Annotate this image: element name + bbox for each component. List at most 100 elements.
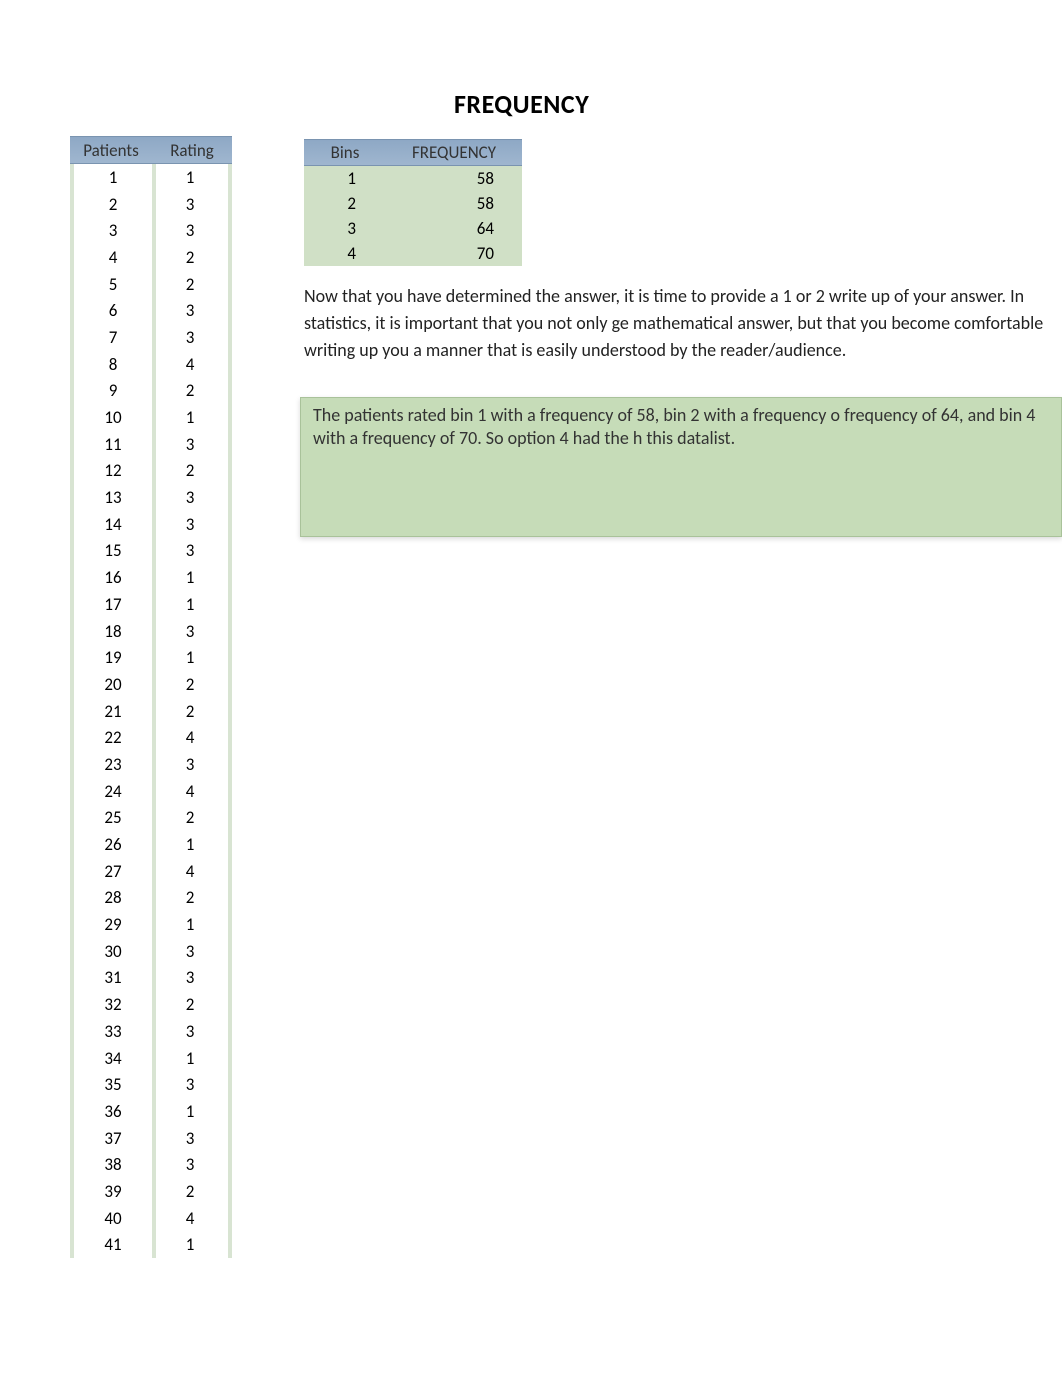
rating-cell: 3 xyxy=(152,540,228,561)
table-row: 274 xyxy=(74,858,228,885)
table-row: 161 xyxy=(74,564,228,591)
patient-cell: 1 xyxy=(74,167,152,188)
rating-cell: 4 xyxy=(152,727,228,748)
table-row: 33 xyxy=(74,217,228,244)
rating-cell: 3 xyxy=(152,967,228,988)
patient-cell: 31 xyxy=(74,967,152,988)
table-row: 191 xyxy=(74,644,228,671)
table-row: 252 xyxy=(74,805,228,832)
bins-table-header: Bins FREQUENCY xyxy=(304,139,522,166)
table-row: 113 xyxy=(74,431,228,458)
table-row: 92 xyxy=(74,378,228,405)
header-patients: Patients xyxy=(70,140,152,161)
table-row: 143 xyxy=(74,511,228,538)
rating-cell: 3 xyxy=(152,220,228,241)
frequency-cell: 58 xyxy=(386,193,522,214)
patient-cell: 32 xyxy=(74,994,152,1015)
patient-cell: 4 xyxy=(74,247,152,268)
table-row: 42 xyxy=(74,244,228,271)
rating-cell: 2 xyxy=(152,807,228,828)
table-row: 404 xyxy=(74,1205,228,1232)
patient-cell: 19 xyxy=(74,647,152,668)
patient-cell: 21 xyxy=(74,701,152,722)
patients-rating-table: Patients Rating 112333425263738492101113… xyxy=(70,136,232,1258)
patient-cell: 14 xyxy=(74,514,152,535)
patient-cell: 5 xyxy=(74,274,152,295)
patient-cell: 6 xyxy=(74,300,152,321)
rating-cell: 3 xyxy=(152,1021,228,1042)
page-title: FREQUENCY xyxy=(454,88,589,120)
patient-cell: 18 xyxy=(74,621,152,642)
table-row: 183 xyxy=(74,618,228,645)
patient-cell: 24 xyxy=(74,781,152,802)
table-row: 101 xyxy=(74,404,228,431)
bin-cell: 4 xyxy=(304,243,386,264)
rating-cell: 3 xyxy=(152,487,228,508)
table-row: 63 xyxy=(74,297,228,324)
table-row: 84 xyxy=(74,351,228,378)
patient-cell: 9 xyxy=(74,380,152,401)
header-rating: Rating xyxy=(152,140,232,161)
bin-cell: 1 xyxy=(304,168,386,189)
table-row: 411 xyxy=(74,1232,228,1259)
bins-table-body: 158258364470 xyxy=(304,166,522,266)
patient-cell: 37 xyxy=(74,1128,152,1149)
rating-cell: 1 xyxy=(152,594,228,615)
bins-frequency-table: Bins FREQUENCY 158258364470 xyxy=(304,139,522,266)
patient-cell: 22 xyxy=(74,727,152,748)
table-row: 73 xyxy=(74,324,228,351)
rating-cell: 1 xyxy=(152,567,228,588)
rating-cell: 4 xyxy=(152,861,228,882)
rating-cell: 3 xyxy=(152,327,228,348)
table-row: 158 xyxy=(304,166,522,191)
answer-callout: The patients rated bin 1 with a frequenc… xyxy=(300,397,1062,537)
frequency-cell: 58 xyxy=(386,168,522,189)
table-row: 291 xyxy=(74,911,228,938)
patient-cell: 28 xyxy=(74,887,152,908)
patient-cell: 10 xyxy=(74,407,152,428)
rating-cell: 1 xyxy=(152,167,228,188)
patient-cell: 12 xyxy=(74,460,152,481)
rating-cell: 2 xyxy=(152,380,228,401)
rating-cell: 3 xyxy=(152,194,228,215)
rating-cell: 3 xyxy=(152,754,228,775)
table-row: 23 xyxy=(74,191,228,218)
patient-cell: 11 xyxy=(74,434,152,455)
table-row: 258 xyxy=(304,191,522,216)
table-row: 361 xyxy=(74,1098,228,1125)
table-row: 353 xyxy=(74,1071,228,1098)
rating-cell: 2 xyxy=(152,887,228,908)
table-row: 153 xyxy=(74,538,228,565)
rating-cell: 4 xyxy=(152,1208,228,1229)
table-row: 133 xyxy=(74,484,228,511)
header-frequency: FREQUENCY xyxy=(386,142,522,163)
patient-cell: 34 xyxy=(74,1048,152,1069)
rating-cell: 1 xyxy=(152,1234,228,1255)
bin-cell: 3 xyxy=(304,218,386,239)
rating-cell: 4 xyxy=(152,354,228,375)
bin-cell: 2 xyxy=(304,193,386,214)
table-row: 11 xyxy=(74,164,228,191)
patient-cell: 23 xyxy=(74,754,152,775)
explanation-paragraph: Now that you have determined the answer,… xyxy=(304,283,1054,364)
patient-cell: 8 xyxy=(74,354,152,375)
rating-cell: 2 xyxy=(152,674,228,695)
patient-cell: 36 xyxy=(74,1101,152,1122)
table-row: 122 xyxy=(74,458,228,485)
rating-cell: 2 xyxy=(152,460,228,481)
table-row: 212 xyxy=(74,698,228,725)
table-row: 313 xyxy=(74,965,228,992)
patient-cell: 40 xyxy=(74,1208,152,1229)
rating-cell: 4 xyxy=(152,781,228,802)
table-row: 373 xyxy=(74,1125,228,1152)
rating-cell: 3 xyxy=(152,514,228,535)
rating-cell: 2 xyxy=(152,247,228,268)
rating-cell: 1 xyxy=(152,1101,228,1122)
rating-cell: 2 xyxy=(152,994,228,1015)
patient-cell: 26 xyxy=(74,834,152,855)
patient-cell: 29 xyxy=(74,914,152,935)
patient-cell: 30 xyxy=(74,941,152,962)
rating-cell: 3 xyxy=(152,1128,228,1149)
table-row: 470 xyxy=(304,241,522,266)
table-row: 224 xyxy=(74,724,228,751)
